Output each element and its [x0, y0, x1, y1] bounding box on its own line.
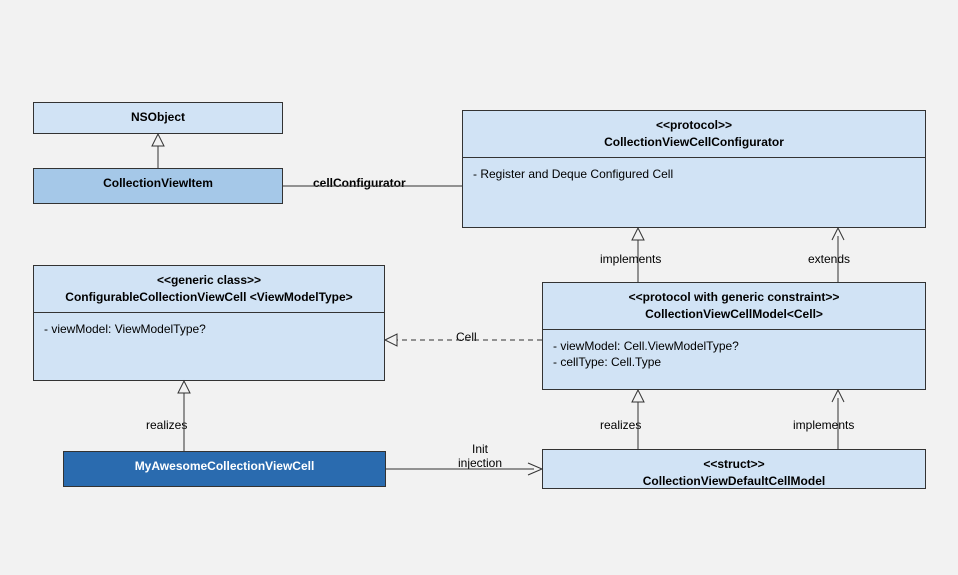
label-init: Init [458, 442, 502, 456]
class-myawesome: MyAwesomeCollectionViewCell [63, 451, 386, 487]
label-cellconfigurator: cellConfigurator [313, 176, 406, 190]
class-title: <<protocol>> CollectionViewCellConfigura… [463, 111, 925, 157]
label-realizes-1: realizes [146, 418, 187, 432]
class-nsobject: NSObject [33, 102, 283, 134]
class-title: NSObject [34, 103, 282, 132]
class-collectionviewitem: CollectionViewItem [33, 168, 283, 204]
class-title: <<generic class>> ConfigurableCollection… [34, 266, 384, 312]
cellmodel-stereo: <<protocol with generic constraint>> [551, 289, 917, 306]
nsobject-title: NSObject [131, 110, 185, 124]
configurable-title: ConfigurableCollectionViewCell <ViewMode… [65, 290, 352, 304]
class-title: CollectionViewItem [34, 169, 282, 198]
class-configurator: <<protocol>> CollectionViewCellConfigura… [462, 110, 926, 228]
myawesome-title: MyAwesomeCollectionViewCell [135, 459, 315, 473]
collectionviewitem-title: CollectionViewItem [103, 176, 213, 190]
class-default-model: <<struct>> CollectionViewDefaultCellMode… [542, 449, 926, 489]
label-init-injection: Init injection [458, 442, 502, 470]
class-body: - viewModel: ViewModelType? [34, 312, 384, 374]
label-extends: extends [808, 252, 850, 266]
label-cell: Cell [456, 330, 477, 344]
configurator-stereo: <<protocol>> [471, 117, 917, 134]
label-implements-2: implements [793, 418, 854, 432]
class-title: <<protocol with generic constraint>> Col… [543, 283, 925, 329]
defaultmodel-stereo: <<struct>> [551, 456, 917, 473]
configurable-body: - viewModel: ViewModelType? [44, 321, 374, 338]
class-cell-model: <<protocol with generic constraint>> Col… [542, 282, 926, 390]
cellmodel-body1: - viewModel: Cell.ViewModelType? [553, 338, 915, 355]
class-body: - viewModel: Cell.ViewModelType? - cellT… [543, 329, 925, 380]
configurable-stereo: <<generic class>> [42, 272, 376, 289]
defaultmodel-title: CollectionViewDefaultCellModel [643, 474, 825, 488]
label-implements-1: implements [600, 252, 661, 266]
class-body: - Register and Deque Configured Cell [463, 157, 925, 191]
class-configurable-cell: <<generic class>> ConfigurableCollection… [33, 265, 385, 381]
class-title: <<struct>> CollectionViewDefaultCellMode… [543, 450, 925, 496]
label-realizes-2: realizes [600, 418, 641, 432]
configurator-body: - Register and Deque Configured Cell [473, 166, 915, 183]
class-title: MyAwesomeCollectionViewCell [64, 452, 385, 481]
cellmodel-title: CollectionViewCellModel<Cell> [645, 307, 823, 321]
configurator-title: CollectionViewCellConfigurator [604, 135, 784, 149]
label-injection: injection [458, 456, 502, 470]
cellmodel-body2: - cellType: Cell.Type [553, 354, 915, 371]
